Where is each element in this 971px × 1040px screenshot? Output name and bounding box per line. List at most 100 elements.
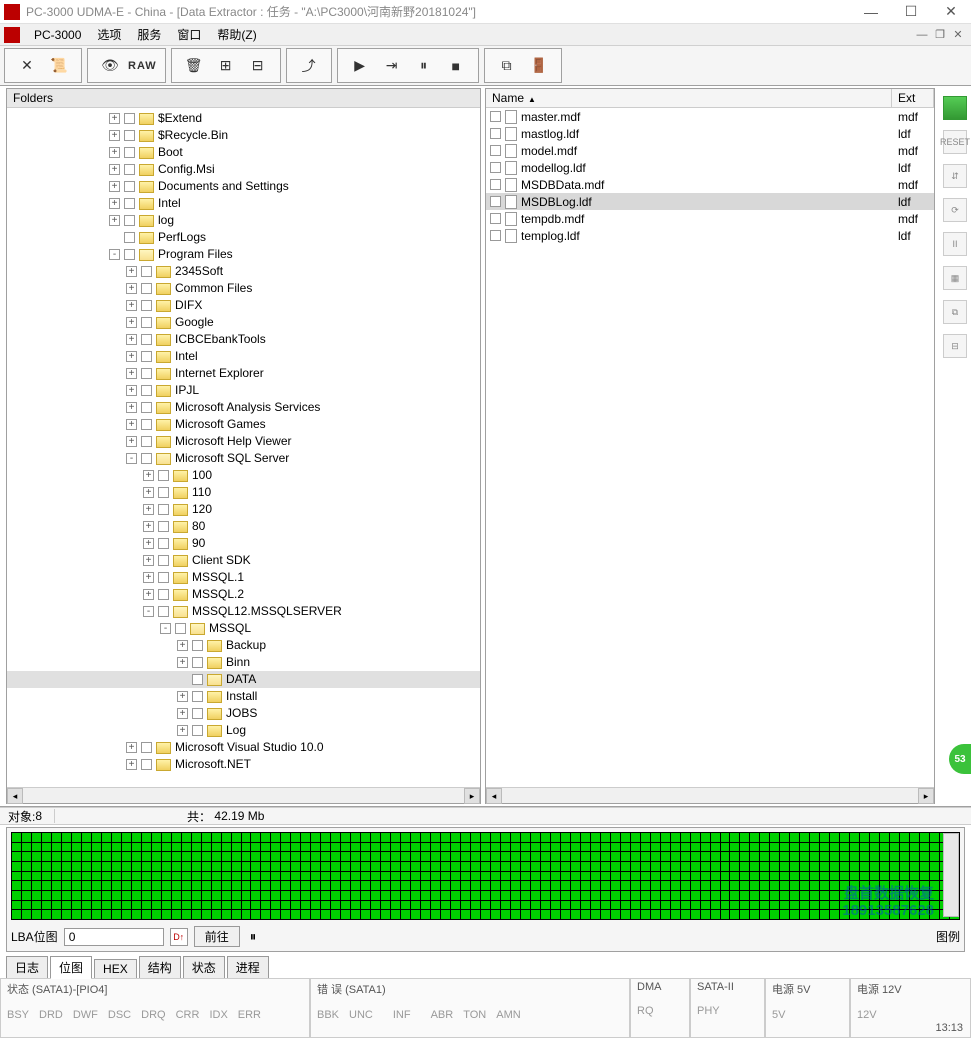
sector-cell[interactable] [661,862,670,871]
tree-row[interactable]: +Microsoft Analysis Services [7,399,480,416]
sector-cell[interactable] [551,843,560,852]
sector-cell[interactable] [820,881,829,890]
sector-cell[interactable] [222,852,231,861]
sector-cell[interactable] [281,872,290,881]
sector-cell[interactable] [242,852,251,861]
tree-checkbox[interactable] [124,249,135,260]
sector-cell[interactable] [770,910,779,919]
sector-cell[interactable] [82,881,91,890]
tree-expand-icon[interactable]: + [109,147,120,158]
sector-cell[interactable] [890,852,899,861]
sector-cell[interactable] [12,901,21,910]
file-checkbox[interactable] [490,162,501,173]
tree-checkbox[interactable] [124,198,135,209]
sector-cell[interactable] [721,852,730,861]
sector-cell[interactable] [830,852,839,861]
sector-cell[interactable] [341,872,350,881]
sector-cell[interactable] [601,843,610,852]
sector-cell[interactable] [910,833,919,842]
sector-cell[interactable] [810,910,819,919]
tree-checkbox[interactable] [124,232,135,243]
sector-cell[interactable] [42,881,51,890]
sector-cell[interactable] [381,881,390,890]
tree-checkbox[interactable] [175,623,186,634]
sector-cell[interactable] [790,872,799,881]
sector-cell[interactable] [631,843,640,852]
sector-cell[interactable] [251,852,260,861]
tree-row[interactable]: +90 [7,535,480,552]
sector-cell[interactable] [691,901,700,910]
sector-cell[interactable] [461,843,470,852]
sector-cell[interactable] [750,910,759,919]
sector-cell[interactable] [381,852,390,861]
sector-cell[interactable] [800,910,809,919]
sector-cell[interactable] [411,843,420,852]
sector-cell[interactable] [730,862,739,871]
sector-cell[interactable] [581,872,590,881]
sector-cell[interactable] [102,843,111,852]
sector-cell[interactable] [202,891,211,900]
sector-cell[interactable] [721,862,730,871]
sector-cell[interactable] [471,910,480,919]
sector-cell[interactable] [371,891,380,900]
tree-expand-icon[interactable]: + [126,742,137,753]
sector-cell[interactable] [371,910,380,919]
sector-cell[interactable] [651,881,660,890]
sector-cell[interactable] [681,891,690,900]
sector-cell[interactable] [261,881,270,890]
sector-cell[interactable] [531,891,540,900]
tree-checkbox[interactable] [158,606,169,617]
sector-cell[interactable] [102,910,111,919]
tree-expand-icon[interactable]: + [177,691,188,702]
sector-cell[interactable] [411,901,420,910]
tree-expand-icon[interactable]: - [160,623,171,634]
sector-cell[interactable] [232,881,241,890]
sector-cell[interactable] [810,862,819,871]
sector-cell[interactable] [421,843,430,852]
sector-cell[interactable] [261,891,270,900]
sector-cell[interactable] [361,843,370,852]
sector-cell[interactable] [162,891,171,900]
sector-cell[interactable] [491,872,500,881]
sector-cell[interactable] [242,872,251,881]
sector-cell[interactable] [491,881,500,890]
sector-cell[interactable] [481,910,490,919]
sector-cell[interactable] [770,862,779,871]
sector-cell[interactable] [581,833,590,842]
sector-cell[interactable] [870,833,879,842]
sector-cell[interactable] [82,843,91,852]
sector-cell[interactable] [122,881,131,890]
tree-expand-icon[interactable]: + [126,368,137,379]
tree-row[interactable]: +Google [7,314,480,331]
sector-cell[interactable] [112,833,121,842]
sector-cell[interactable] [251,891,260,900]
sector-cell[interactable] [541,901,550,910]
sector-cell[interactable] [800,891,809,900]
tree-expand-icon[interactable]: + [126,385,137,396]
sector-cell[interactable] [711,891,720,900]
tree-row[interactable]: +MSSQL.2 [7,586,480,603]
sector-cell[interactable] [22,833,31,842]
sector-cell[interactable] [12,881,21,890]
sector-cell[interactable] [42,910,51,919]
sector-cell[interactable] [122,833,131,842]
sector-cell[interactable] [701,891,710,900]
tools-icon[interactable]: ✕ [13,52,41,80]
sector-cell[interactable] [471,891,480,900]
sector-cell[interactable] [461,833,470,842]
sector-cell[interactable] [561,872,570,881]
tree-hscrollbar[interactable]: ◂ ▸ [7,787,480,803]
sector-cell[interactable] [271,872,280,881]
sector-cell[interactable] [271,891,280,900]
sector-cell[interactable] [132,891,141,900]
sector-cell[interactable] [281,862,290,871]
sector-cell[interactable] [341,910,350,919]
sector-cell[interactable] [112,910,121,919]
sector-cell[interactable] [291,833,300,842]
sector-cell[interactable] [621,910,630,919]
sector-cell[interactable] [82,901,91,910]
sector-cell[interactable] [12,872,21,881]
sector-cell[interactable] [760,881,769,890]
sector-cell[interactable] [810,843,819,852]
sector-cell[interactable] [581,901,590,910]
